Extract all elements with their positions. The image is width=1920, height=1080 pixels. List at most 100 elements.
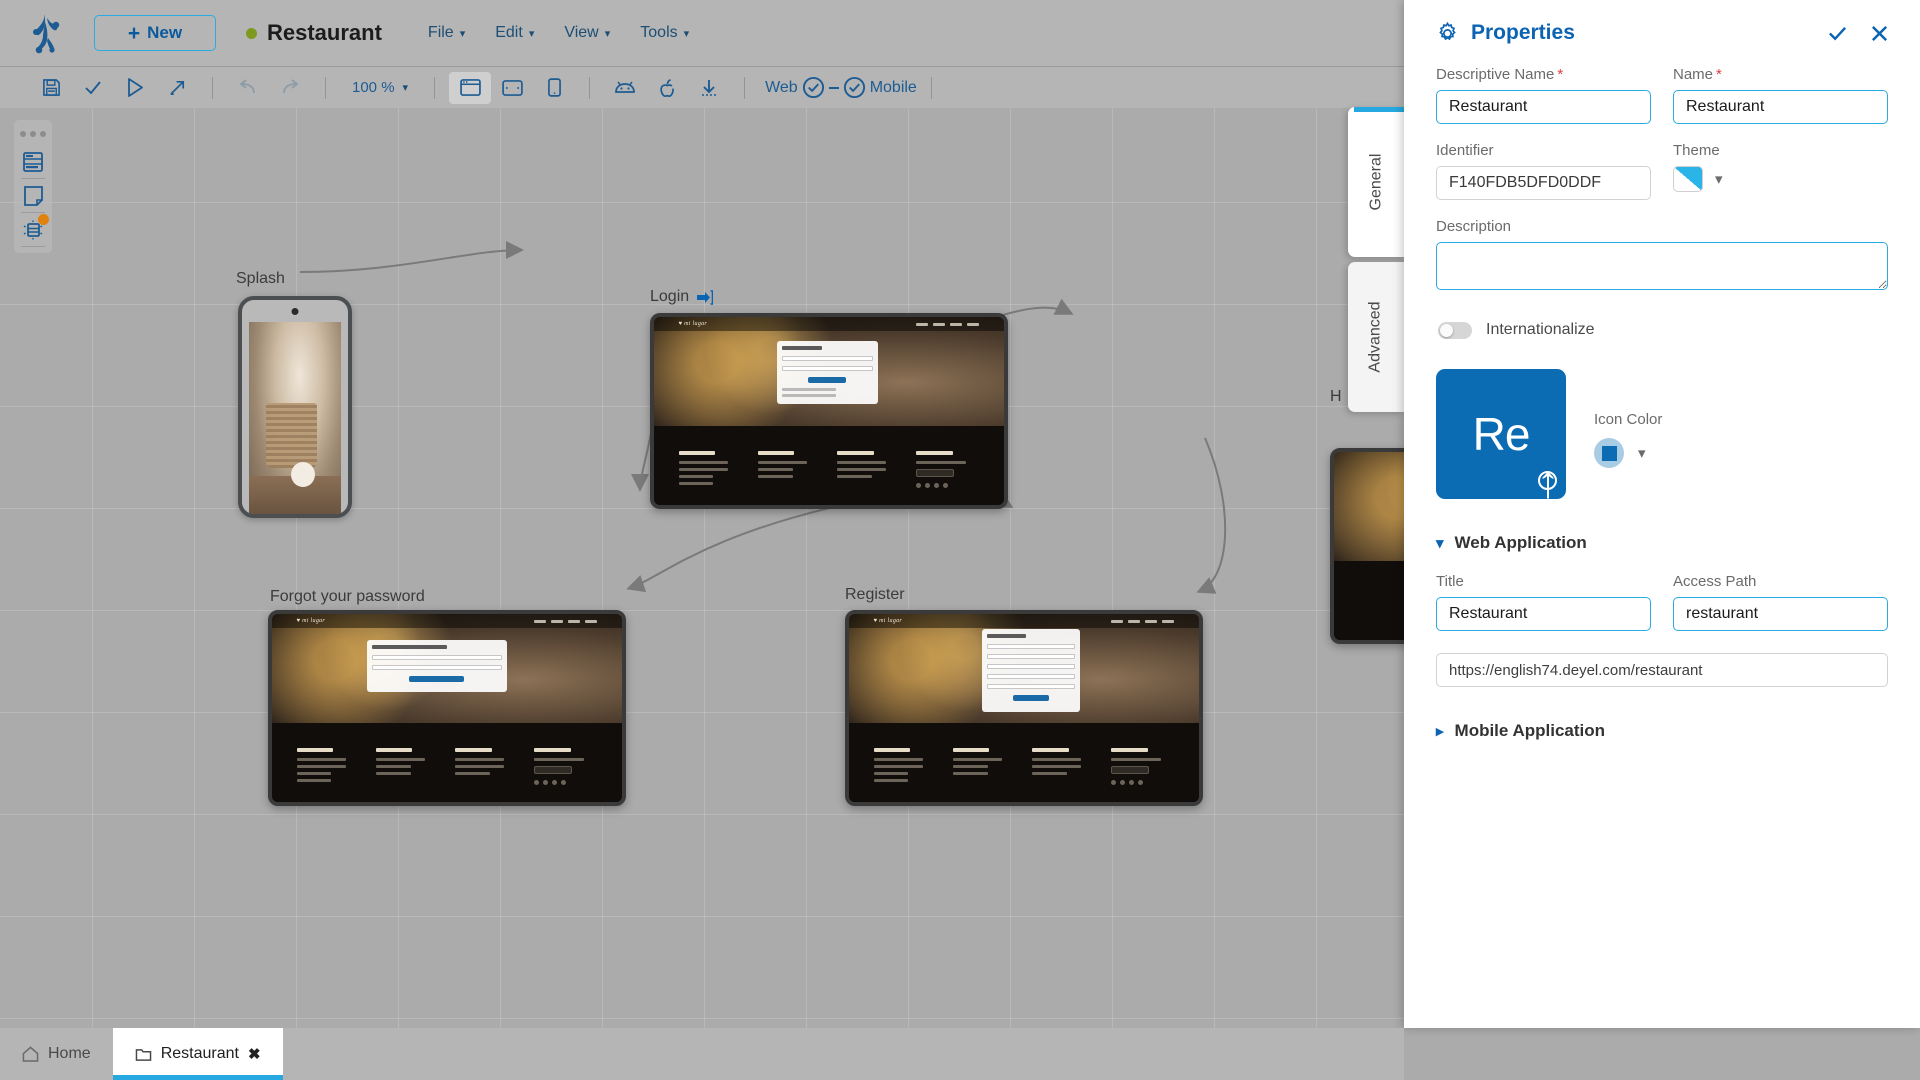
deyel-frog-logo-icon[interactable] — [24, 11, 68, 55]
menu-tools[interactable]: Tools ▾ — [640, 24, 689, 42]
menu-view[interactable]: View ▾ — [564, 24, 610, 42]
new-button-label: New — [147, 23, 182, 43]
palette-item-components[interactable] — [14, 213, 52, 246]
tablet-view-icon[interactable] — [491, 72, 533, 104]
theme-swatch-icon[interactable] — [1673, 166, 1703, 192]
site-brand-logo: ♥ mi lugar — [679, 321, 708, 327]
run-play-icon[interactable] — [114, 72, 156, 104]
required-marker: * — [1557, 66, 1563, 83]
chevron-down-icon[interactable]: ▾ — [1715, 170, 1723, 188]
web-application-section-label: Web Application — [1455, 533, 1587, 553]
close-tab-icon[interactable]: ✖ — [248, 1045, 261, 1063]
toggle-knob — [1440, 324, 1453, 337]
desktop-view-icon[interactable] — [449, 72, 491, 104]
menu-bar: File ▾ Edit ▾ View ▾ Tools ▾ — [428, 24, 689, 42]
menu-edit[interactable]: Edit ▾ — [495, 24, 534, 42]
chevron-down-icon: ▾ — [605, 27, 611, 40]
bottom-tab-bar: Home Restaurant ✖ — [0, 1028, 1404, 1080]
menu-file[interactable]: File ▾ — [428, 24, 465, 42]
zoom-control[interactable]: 100 % ▾ — [340, 79, 420, 96]
download-icon[interactable] — [688, 72, 730, 104]
menu-file-label: File — [428, 24, 454, 42]
palette-drag-handle[interactable] — [20, 126, 46, 145]
app-icon-tile[interactable]: Re ↑ — [1436, 369, 1566, 499]
phone-view-icon[interactable] — [533, 72, 575, 104]
confirm-check-icon[interactable] — [1822, 18, 1852, 48]
nav-links — [916, 323, 980, 326]
home-icon — [22, 1046, 39, 1062]
tab-general-label: General — [1367, 154, 1385, 211]
android-icon[interactable] — [604, 72, 646, 104]
access-path-label-wrap: Access Path — [1673, 573, 1888, 590]
bottom-tab-home-label: Home — [48, 1045, 91, 1063]
tab-advanced-label: Advanced — [1367, 301, 1385, 372]
bottom-tab-home[interactable]: Home — [0, 1028, 113, 1080]
internationalize-toggle[interactable] — [1438, 322, 1472, 339]
nav-links — [534, 620, 598, 623]
canvas-node-home-partial[interactable] — [1330, 448, 1404, 644]
bottom-tab-restaurant[interactable]: Restaurant ✖ — [113, 1028, 283, 1080]
plus-icon: + — [128, 23, 140, 44]
identifier-group: Identifier — [1436, 142, 1651, 200]
panel-vertical-tabs: General Advanced — [1348, 107, 1404, 417]
close-panel-icon[interactable] — [1864, 18, 1894, 48]
access-path-input[interactable] — [1673, 597, 1888, 631]
application-url-text: https://english74.deyel.com/restaurant — [1449, 662, 1702, 679]
document-title-label: Restaurant — [267, 20, 382, 46]
upload-icon[interactable]: ↑ — [1538, 471, 1557, 490]
validate-check-icon[interactable] — [72, 72, 114, 104]
register-hero-image: ♥ mi lugar — [849, 614, 1199, 723]
zoom-level-label: 100 % — [352, 79, 395, 96]
design-canvas[interactable]: Splash Login ♥ mi lugar — [0, 108, 1404, 1028]
chevron-down-icon[interactable]: ▾ — [1638, 444, 1646, 462]
new-button[interactable]: + New — [94, 15, 216, 51]
register-form-card — [982, 629, 1080, 712]
toolbar-divider — [931, 77, 932, 99]
theme-label-wrap: Theme — [1673, 142, 1888, 159]
web-application-section-header[interactable]: ▾ Web Application — [1436, 533, 1888, 553]
canvas-node-forgot-password[interactable]: ♥ mi lugar — [268, 610, 626, 806]
tab-general[interactable]: General — [1348, 107, 1404, 257]
canvas-node-splash[interactable] — [238, 296, 352, 518]
descriptive-name-input[interactable] — [1436, 90, 1651, 124]
document-title: Restaurant — [246, 20, 382, 46]
name-label-wrap: Name * — [1673, 66, 1888, 83]
forgot-navbar: ♥ mi lugar — [272, 614, 622, 628]
publish-share-icon[interactable] — [156, 72, 198, 104]
web-title-label: Title — [1436, 573, 1464, 590]
name-group: Name * — [1673, 66, 1888, 124]
palette-item-forms[interactable] — [14, 145, 52, 178]
redo-icon[interactable] — [269, 72, 311, 104]
mobile-enabled-check-icon[interactable] — [843, 76, 866, 99]
toggle-link-dash — [829, 87, 839, 89]
icon-color-swatch[interactable] — [1594, 438, 1624, 468]
identifier-input — [1436, 166, 1651, 200]
apple-icon[interactable] — [646, 72, 688, 104]
menu-tools-label: Tools — [640, 24, 677, 42]
name-input[interactable] — [1673, 90, 1888, 124]
phone-camera-icon — [292, 308, 299, 315]
web-title-path-row: Title Access Path — [1436, 573, 1888, 631]
web-enabled-check-icon[interactable] — [802, 76, 825, 99]
save-icon[interactable] — [30, 72, 72, 104]
description-textarea[interactable] — [1436, 242, 1888, 290]
login-navbar: ♥ mi lugar — [654, 317, 1004, 331]
identifier-label: Identifier — [1436, 142, 1494, 159]
icon-color-selector[interactable]: ▾ — [1594, 438, 1662, 468]
theme-selector[interactable]: ▾ — [1673, 166, 1888, 192]
properties-panel: Properties Descriptive Name * — [1404, 0, 1920, 1028]
palette-item-page[interactable] — [14, 179, 52, 212]
canvas-node-register[interactable]: ♥ mi lugar — [845, 610, 1203, 806]
tab-advanced[interactable]: Advanced — [1348, 262, 1404, 412]
web-title-input[interactable] — [1436, 597, 1651, 631]
node-label-forgot-password: Forgot your password — [270, 588, 425, 606]
toolbar: 100 % ▾ Web — [0, 66, 1404, 108]
connector-layer — [0, 108, 1404, 1028]
mobile-application-section-header[interactable]: ▸ Mobile Application — [1436, 721, 1888, 741]
toolbar-divider — [744, 77, 745, 99]
home-footer — [1334, 561, 1404, 640]
web-title-group: Title — [1436, 573, 1651, 631]
undo-icon[interactable] — [227, 72, 269, 104]
mobile-toggle-label: Mobile — [870, 79, 917, 97]
canvas-node-login[interactable]: ♥ mi lugar — [650, 313, 1008, 509]
